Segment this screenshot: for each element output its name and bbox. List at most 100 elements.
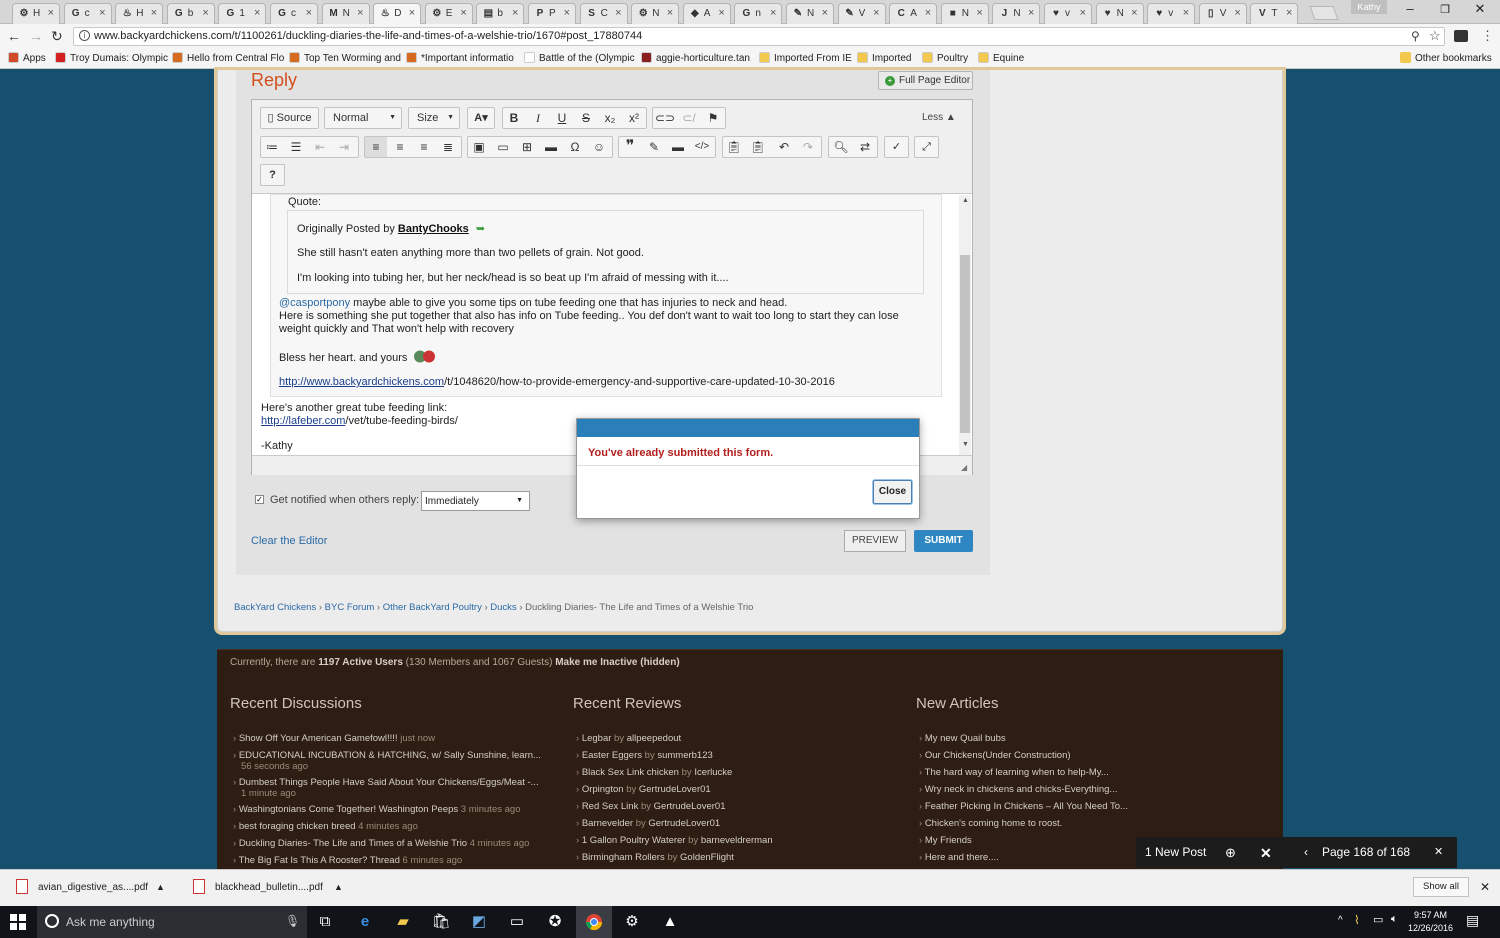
- pinned-app-icon[interactable]: ⚙: [620, 910, 644, 934]
- replace-icon[interactable]: ⇄: [854, 137, 876, 157]
- review-item[interactable]: Black Sex Link chicken by Icerlucke: [576, 767, 733, 778]
- review-item[interactable]: Easter Eggers by summerb123: [576, 750, 713, 761]
- anchor-flag-icon[interactable]: ⚑: [702, 108, 724, 128]
- review-title[interactable]: Easter Eggers: [582, 750, 642, 761]
- clear-editor-link[interactable]: Clear the Editor: [251, 535, 327, 547]
- review-author[interactable]: GertrudeLover01: [648, 818, 720, 829]
- bold-icon[interactable]: B: [503, 108, 525, 128]
- special-char-icon[interactable]: Ω: [564, 137, 586, 157]
- show-all-downloads-button[interactable]: Show all: [1413, 877, 1469, 897]
- breadcrumb-item[interactable]: BYC Forum: [325, 602, 375, 613]
- smiley-icon[interactable]: ☺: [588, 137, 610, 157]
- review-title[interactable]: Barnevelder: [582, 818, 633, 829]
- browser-tab[interactable]: P P ×: [528, 3, 576, 24]
- terminal-icon[interactable]: ▭: [505, 910, 529, 934]
- tray-chevron-icon[interactable]: ^: [1338, 915, 1343, 926]
- review-title[interactable]: Red Sex Link: [582, 801, 639, 812]
- browser-tab[interactable]: Gc ×: [270, 3, 318, 24]
- forward-icon[interactable]: →: [29, 28, 43, 44]
- resize-handle-icon[interactable]: ◢: [961, 463, 967, 472]
- review-title[interactable]: Orpington: [582, 784, 624, 795]
- align-left-icon[interactable]: ≡: [365, 137, 387, 157]
- review-author[interactable]: GoldenFlight: [680, 852, 734, 863]
- close-downloads-icon[interactable]: ✕: [1480, 880, 1490, 894]
- previous-page-icon[interactable]: ‹: [1304, 845, 1308, 859]
- review-title[interactable]: Birmingham Rollers: [582, 852, 665, 863]
- bookmark-item[interactable]: aggie-horticulture.tan: [641, 52, 750, 64]
- discussion-item[interactable]: EDUCATIONAL INCUBATION & HATCHING, w/ Sa…: [233, 750, 541, 772]
- chrome-icon[interactable]: [582, 910, 606, 934]
- browser-tab[interactable]: ■ N ×: [940, 3, 989, 24]
- browser-tab[interactable]: J N ×: [992, 3, 1041, 24]
- scroll-down-icon[interactable]: ▼: [962, 441, 969, 448]
- notify-frequency-select[interactable]: Immediately ▼: [421, 491, 530, 511]
- code-icon[interactable]: </>: [691, 137, 713, 157]
- scrollbar-thumb[interactable]: [960, 255, 970, 433]
- download-item-2[interactable]: blackhead_bulletin....pdf: [215, 882, 323, 893]
- bookmark-item[interactable]: Hello from Central Flo: [172, 52, 284, 64]
- view-post-arrow-icon[interactable]: ➥: [476, 223, 485, 235]
- discussion-title[interactable]: Duckling Diaries- The Life and Times of …: [239, 838, 467, 849]
- bookmark-item[interactable]: Imported: [857, 52, 911, 64]
- review-title[interactable]: Black Sex Link chicken: [582, 767, 679, 778]
- underline-icon[interactable]: U: [551, 108, 573, 128]
- bookmark-star-icon[interactable]: ☆: [1429, 28, 1441, 44]
- review-item[interactable]: Orpington by GertrudeLover01: [576, 784, 711, 795]
- subscript-icon[interactable]: x₂: [599, 108, 621, 128]
- bulleted-list-icon[interactable]: ☰: [285, 137, 307, 157]
- tab-close-icon[interactable]: ×: [873, 7, 879, 19]
- tab-close-icon[interactable]: ×: [1080, 7, 1086, 19]
- flash-icon[interactable]: ▭: [492, 137, 514, 157]
- tab-close-icon[interactable]: ×: [99, 7, 105, 19]
- bookmark-item[interactable]: Battle of the (Olympic: [524, 52, 635, 64]
- close-window-icon[interactable]: ✕: [1465, 1, 1495, 17]
- outdent-icon[interactable]: ⇤: [309, 137, 331, 157]
- italic-icon[interactable]: I: [527, 108, 549, 128]
- article-item[interactable]: The hard way of learning when to help-My…: [919, 767, 1109, 778]
- tab-close-icon[interactable]: ×: [1028, 7, 1034, 19]
- tab-close-icon[interactable]: ×: [1234, 7, 1240, 19]
- zoom-search-icon[interactable]: ⚲: [1411, 29, 1420, 43]
- add-circle-icon[interactable]: ⊕: [1225, 845, 1236, 861]
- breadcrumb-item[interactable]: Ducks: [490, 602, 516, 613]
- unlink-icon[interactable]: ⊂/: [678, 108, 700, 128]
- backyardchickens-link[interactable]: http://www.backyardchickens.com: [279, 376, 444, 388]
- bookmark-item[interactable]: Imported From IE: [759, 52, 852, 64]
- close-navigator-icon[interactable]: ✕: [1434, 845, 1443, 858]
- preview-button[interactable]: PREVIEW: [844, 530, 906, 552]
- browser-tab[interactable]: S C ×: [579, 3, 628, 24]
- browser-tab[interactable]: ♨ D ×: [373, 3, 422, 24]
- tab-close-icon[interactable]: ×: [202, 7, 208, 19]
- info-icon[interactable]: i: [79, 30, 90, 41]
- tab-close-icon[interactable]: ×: [306, 7, 312, 19]
- discussion-item[interactable]: Dumbest Things People Have Said About Yo…: [233, 777, 539, 799]
- tab-close-icon[interactable]: ×: [718, 7, 724, 19]
- close-thread-icon[interactable]: ✕: [1260, 845, 1272, 862]
- article-item[interactable]: My new Quail bubs: [919, 733, 1006, 744]
- bookmark-item[interactable]: Poultry: [922, 52, 968, 64]
- reload-icon[interactable]: ↻: [51, 28, 63, 45]
- extension-icon[interactable]: [1454, 30, 1468, 42]
- tab-close-icon[interactable]: ×: [564, 7, 570, 19]
- tab-close-icon[interactable]: ×: [1183, 7, 1189, 19]
- undo-icon[interactable]: ↶: [773, 137, 795, 157]
- tab-close-icon[interactable]: ×: [770, 7, 776, 19]
- browser-tab[interactable]: ♥ v ×: [1044, 3, 1092, 24]
- microphone-icon[interactable]: 🎙︎: [285, 914, 300, 928]
- tab-close-icon[interactable]: ×: [460, 7, 466, 19]
- source-button[interactable]: ▯ Source: [260, 107, 319, 129]
- align-center-icon[interactable]: ≡: [389, 137, 411, 157]
- browser-tab[interactable]: V T ×: [1250, 3, 1299, 24]
- discussion-item[interactable]: The Big Fat Is This A Rooster? Thread 6 …: [233, 855, 463, 866]
- browser-tab[interactable]: ✎ N ×: [786, 3, 834, 24]
- other-bookmarks[interactable]: Other bookmarks: [1400, 52, 1492, 64]
- file-explorer-icon[interactable]: ▰: [391, 910, 415, 934]
- tab-close-icon[interactable]: ×: [48, 7, 54, 19]
- discussion-item[interactable]: Washingtonians Come Together! Washington…: [233, 804, 521, 815]
- bookmark-item[interactable]: Troy Dumais: Olympic: [55, 52, 168, 64]
- quoted-author-link[interactable]: BantyChooks: [398, 223, 469, 235]
- network-icon[interactable]: ▭: [1373, 913, 1383, 926]
- review-title[interactable]: 1 Gallon Poultry Waterer: [582, 835, 686, 846]
- review-item[interactable]: 1 Gallon Poultry Waterer by barneveldrer…: [576, 835, 773, 846]
- photos-icon[interactable]: ▲: [658, 910, 682, 934]
